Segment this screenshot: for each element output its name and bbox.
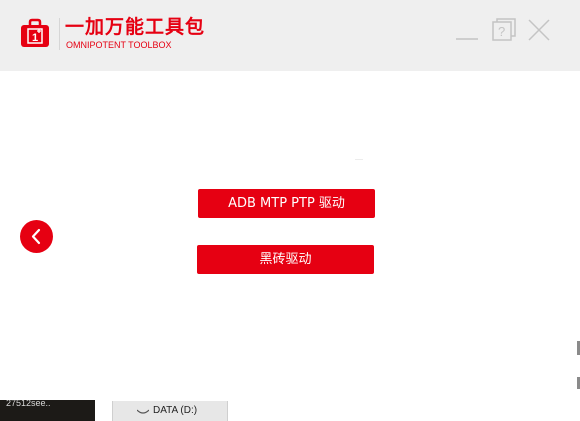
minimize-button[interactable]: [454, 16, 482, 44]
minimize-icon: [456, 38, 478, 40]
close-icon: [528, 19, 550, 41]
svg-text:1: 1: [32, 32, 38, 44]
logo-divider: [59, 18, 60, 50]
oneplus-bag-icon: 1: [21, 18, 49, 47]
help-icon: ?: [492, 18, 516, 41]
thumbnail-item[interactable]: 27512see..: [0, 400, 95, 421]
drive-item-data[interactable]: DATA (D:): [112, 401, 228, 421]
close-button[interactable]: [525, 16, 553, 44]
svg-text:?: ?: [498, 24, 505, 39]
title-bar[interactable]: 1 一加万能工具包 OMNIPOTENT TOOLBOX ?: [0, 0, 580, 71]
main-panel: ADB MTP PTP 驱动 黑砖驱动: [0, 71, 580, 406]
divider: [355, 159, 363, 160]
adb-driver-button[interactable]: ADB MTP PTP 驱动: [198, 189, 375, 218]
app-subtitle: OMNIPOTENT TOOLBOX: [66, 40, 172, 50]
back-button[interactable]: [20, 220, 53, 253]
drive-icon: [137, 409, 149, 414]
app-title: 一加万能工具包: [65, 16, 206, 38]
drive-label: DATA (D:): [153, 405, 198, 416]
thumbnail-label: 27512see..: [6, 400, 51, 408]
app-window: 1 一加万能工具包 OMNIPOTENT TOOLBOX ? ADB MTP P…: [0, 0, 580, 421]
help-button[interactable]: ?: [490, 16, 518, 44]
chevron-left-icon: [31, 228, 41, 245]
black-brick-driver-button[interactable]: 黑砖驱动: [197, 245, 374, 274]
